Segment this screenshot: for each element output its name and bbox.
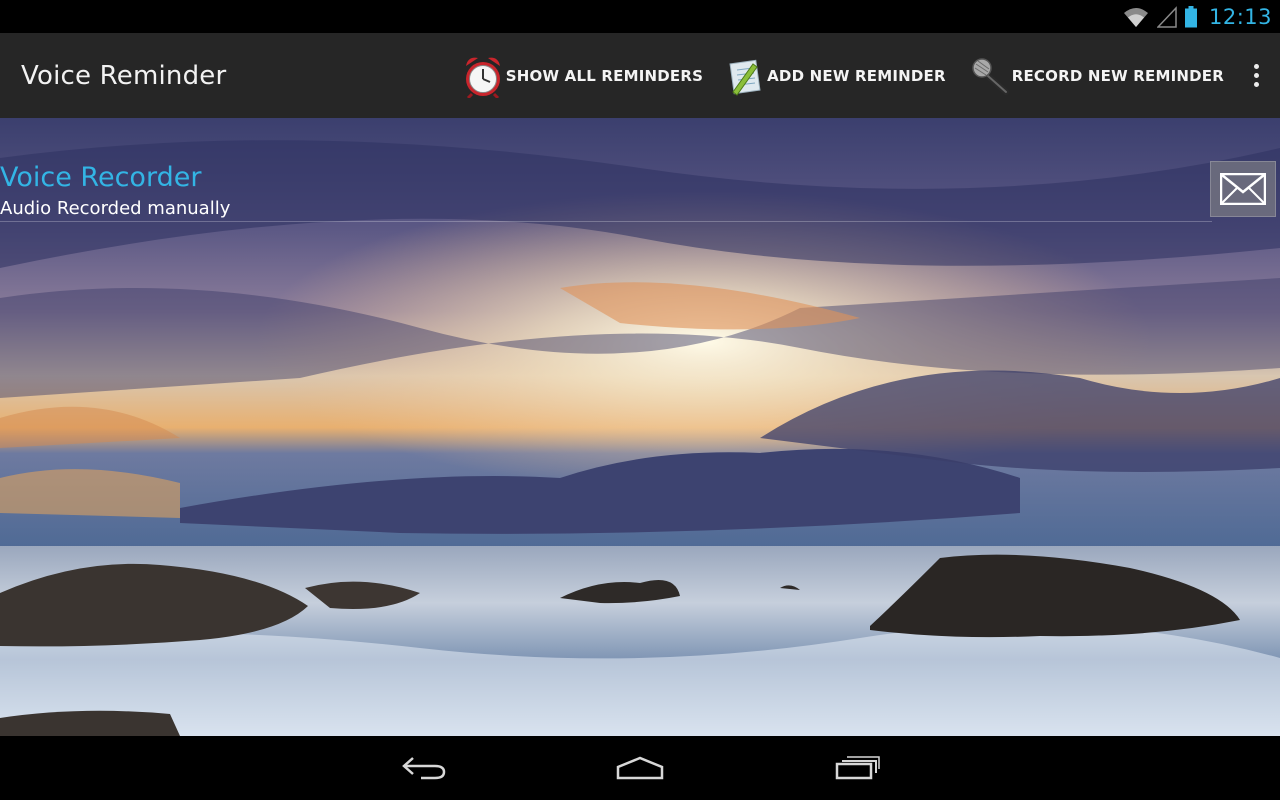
app-title: Voice Reminder [21, 60, 227, 91]
navigation-bar [0, 736, 1280, 800]
list-item[interactable]: Voice Recorder Audio Recorded manually [0, 158, 1280, 222]
reminder-title: Voice Recorder [0, 162, 202, 193]
recent-apps-button[interactable] [807, 736, 907, 800]
status-bar: 12:13 [0, 0, 1280, 33]
add-new-reminder-button[interactable]: ADD NEW REMINDER [715, 33, 958, 118]
record-new-reminder-button[interactable]: RECORD NEW REMINDER [958, 33, 1236, 118]
battery-icon [1184, 5, 1197, 27]
action-bar: Voice Reminder SHOW ALL REMINDERS ADD NE… [0, 33, 1280, 118]
list-divider [0, 221, 1212, 222]
home-icon [616, 756, 664, 780]
show-all-reminders-label: SHOW ALL REMINDERS [505, 66, 704, 85]
reminder-subtitle: Audio Recorded manually [0, 198, 231, 219]
wifi-icon [1123, 7, 1148, 27]
record-new-reminder-label: RECORD NEW REMINDER [1011, 66, 1224, 85]
signal-icon [1156, 5, 1177, 28]
notepad-icon [729, 59, 761, 96]
home-button[interactable] [590, 736, 690, 800]
back-button[interactable] [374, 736, 474, 800]
microphone-icon [971, 57, 1009, 95]
overflow-menu-icon[interactable] [1236, 33, 1276, 118]
recent-apps-icon [835, 756, 880, 780]
reminder-list-area: Voice Recorder Audio Recorded manually [0, 118, 1280, 736]
mail-icon [1220, 173, 1266, 205]
send-reminder-button[interactable] [1210, 161, 1276, 217]
alarm-clock-icon [465, 57, 500, 98]
back-icon [402, 757, 446, 780]
show-all-reminders-button[interactable]: SHOW ALL REMINDERS [462, 33, 715, 118]
clock: 12:13 [1208, 4, 1272, 29]
add-new-reminder-label: ADD NEW REMINDER [767, 66, 946, 85]
